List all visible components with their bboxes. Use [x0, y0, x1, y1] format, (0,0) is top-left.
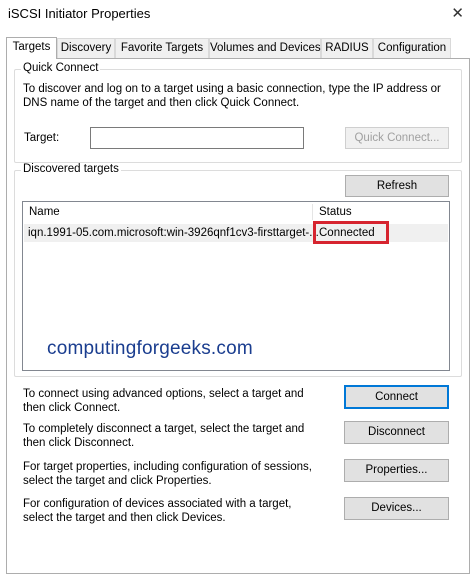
- quick-connect-label: Quick Connect: [21, 62, 101, 74]
- target-name-cell[interactable]: iqn.1991-05.com.microsoft:win-3926qnf1cv…: [28, 227, 319, 239]
- devices-button[interactable]: Devices...: [344, 497, 449, 520]
- status-highlight-box: [313, 221, 389, 244]
- connect-button[interactable]: Connect: [344, 385, 449, 409]
- column-header-name[interactable]: Name: [29, 206, 60, 218]
- discovered-targets-group: Discovered targets Refresh Name Status i…: [14, 163, 462, 377]
- devices-description: For configuration of devices associated …: [23, 498, 292, 524]
- quick-connect-group: Quick Connect To discover and log on to …: [14, 62, 462, 163]
- target-label: Target:: [24, 132, 60, 144]
- window-title: iSCSI Initiator Properties: [8, 6, 151, 21]
- target-input[interactable]: [90, 127, 304, 149]
- targets-panel: Quick Connect To discover and log on to …: [6, 58, 470, 574]
- refresh-button[interactable]: Refresh: [345, 175, 449, 197]
- column-separator[interactable]: [312, 204, 313, 220]
- properties-description: For target properties, including configu…: [23, 461, 312, 487]
- disconnect-button[interactable]: Disconnect: [344, 421, 449, 444]
- properties-button[interactable]: Properties...: [344, 459, 449, 482]
- quick-connect-button[interactable]: Quick Connect...: [345, 127, 449, 149]
- connect-description: To connect using advanced options, selec…: [23, 388, 304, 414]
- tab-radius[interactable]: RADIUS: [321, 38, 373, 58]
- quick-connect-description: To discover and log on to a target using…: [23, 83, 441, 109]
- tab-volumes-and-devices[interactable]: Volumes and Devices: [209, 38, 321, 58]
- close-icon[interactable]: ✕: [451, 4, 464, 22]
- tab-configuration[interactable]: Configuration: [373, 38, 451, 58]
- watermark-text: computingforgeeks.com: [47, 338, 253, 359]
- discovered-targets-label: Discovered targets: [21, 163, 121, 175]
- tab-targets[interactable]: Targets: [6, 37, 57, 59]
- tab-discovery[interactable]: Discovery: [57, 38, 115, 58]
- disconnect-description: To completely disconnect a target, selec…: [23, 423, 305, 449]
- column-header-status[interactable]: Status: [319, 206, 352, 218]
- tab-favorite-targets[interactable]: Favorite Targets: [115, 38, 209, 58]
